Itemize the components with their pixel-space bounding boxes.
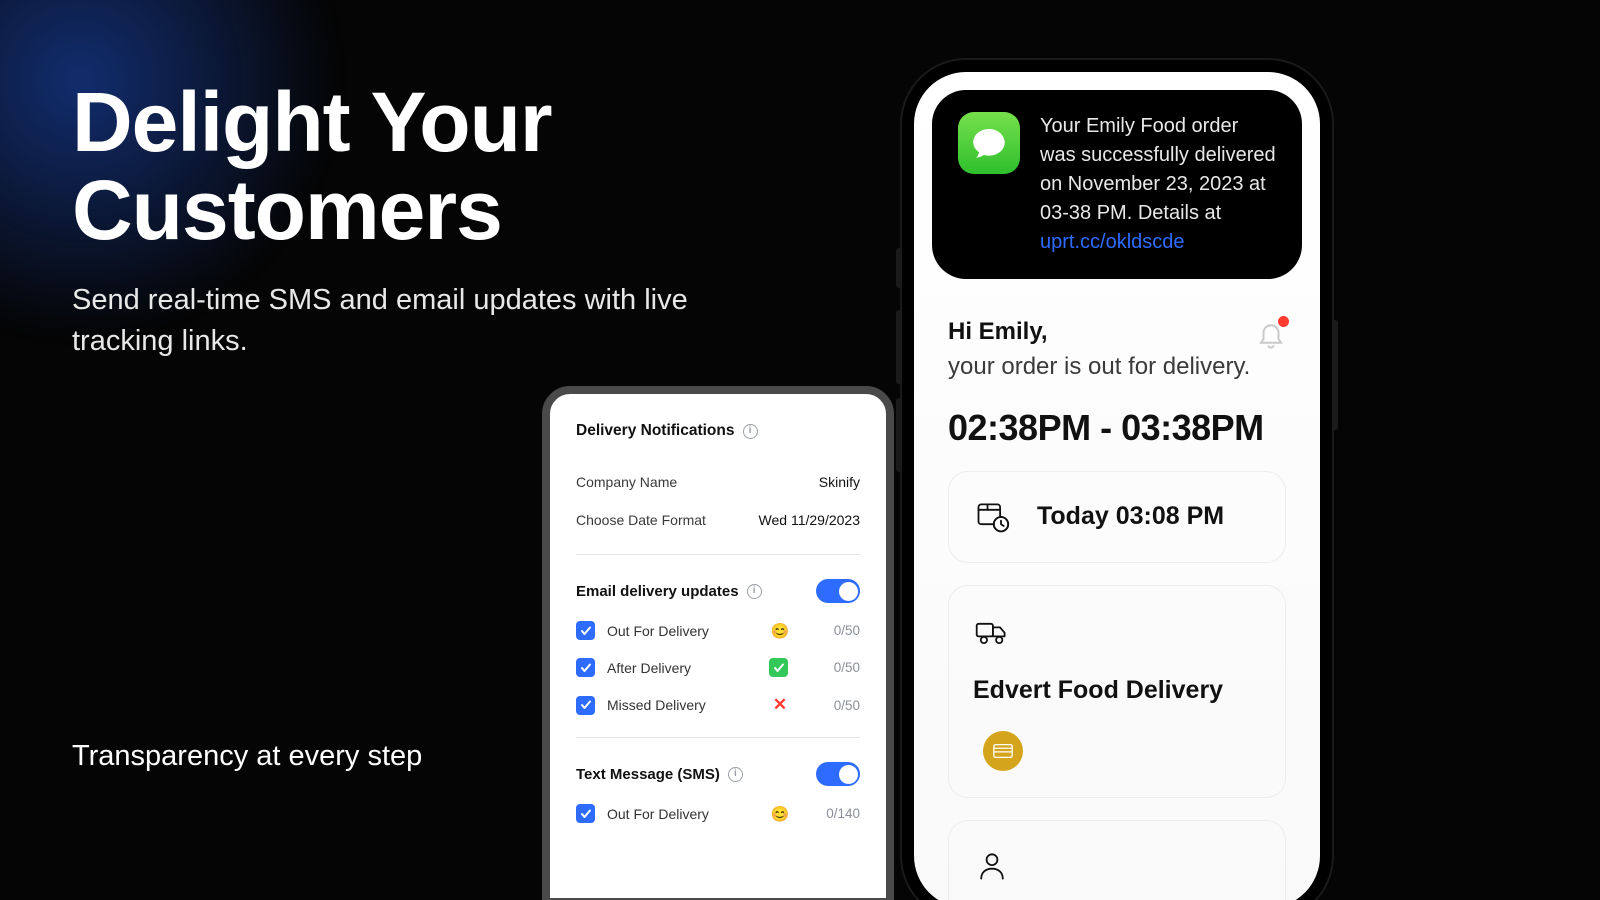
tracking-page: Hi Emily, your order is out for delivery… [914,279,1320,900]
greeting-subtext: your order is out for delivery. [948,353,1250,380]
person-icon [973,847,1011,885]
smile-icon: 😊 [769,805,791,823]
today-time-text: Today 03:08 PM [1037,502,1224,531]
greeting-name: Hi Emily, [948,318,1048,345]
email-opt-missed-delivery: Missed Delivery ✕ 0/50 [576,695,860,715]
greeting: Hi Emily, your order is out for delivery… [948,315,1250,385]
hero-copy: Delight Your Customers Send real-time SM… [72,78,712,362]
push-text: Your Emily Food order was successfully d… [1040,115,1276,224]
push-message-text: Your Emily Food order was successfully d… [1040,112,1276,257]
x-icon: ✕ [769,695,791,715]
check-badge-icon [769,658,788,677]
opt-label: After Delivery [607,660,757,676]
phone-power-button [1332,320,1338,430]
package-clock-icon [973,498,1011,536]
today-time-card[interactable]: Today 03:08 PM [948,471,1286,563]
date-format-row: Choose Date Format Wed 11/29/2023 [576,512,860,528]
push-notification[interactable]: Your Emily Food order was successfully d… [932,90,1302,279]
phone-device: Your Emily Food order was successfully d… [902,60,1332,900]
phone-mute-switch [896,248,902,288]
char-count: 0/50 [834,698,860,713]
settings-panel-title: Delivery Notifications [576,422,735,440]
company-name-value: Skinify [819,474,860,490]
tagline-text: Transparency at every step [72,740,422,773]
push-link[interactable]: uprt.cc/okldscde [1040,231,1185,253]
email-section-header: Email delivery updates i [576,579,860,603]
company-name-row: Company Name Skinify [576,474,860,490]
char-count: 0/50 [834,623,860,638]
char-count: 0/50 [834,660,860,675]
smile-icon: 😊 [769,622,791,640]
settings-panel-device: Delivery Notifications i Company Name Sk… [542,386,894,900]
settings-panel-title-row: Delivery Notifications i [576,422,860,440]
carrier-badge-icon [983,731,1023,771]
email-opt-out-for-delivery: Out For Delivery 😊 0/50 [576,621,860,640]
checkbox-missed-delivery[interactable] [576,696,595,715]
phone-volume-up [896,310,902,384]
sms-section-label: Text Message (SMS) [576,766,720,783]
sms-opt-out-for-delivery: Out For Delivery 😊 0/140 [576,804,860,823]
hero-title-line1: Delight Your [72,75,552,169]
checkbox-after-delivery[interactable] [576,658,595,677]
notification-dot-icon [1277,315,1290,328]
messages-app-icon [958,112,1020,174]
opt-label: Out For Delivery [607,806,757,822]
date-format-label: Choose Date Format [576,512,706,528]
char-count: 0/140 [826,806,860,821]
opt-label: Out For Delivery [607,623,757,639]
company-name-label: Company Name [576,474,677,490]
phone-screen: Your Emily Food order was successfully d… [914,72,1320,900]
info-icon[interactable]: i [747,584,762,599]
email-opt-after-delivery: After Delivery 0/50 [576,658,860,677]
carrier-name: Edvert Food Delivery [973,676,1223,705]
email-toggle[interactable] [816,579,860,603]
hero-subtitle: Send real-time SMS and email updates wit… [72,280,712,361]
recipient-card[interactable]: Emily J North Loop, Minneapolis, MN, USA [948,820,1286,900]
info-icon[interactable]: i [728,767,743,782]
hero-title: Delight Your Customers [72,78,712,254]
notifications-bell-button[interactable] [1256,319,1286,354]
checkbox-out-for-delivery[interactable] [576,621,595,640]
divider [576,554,860,555]
divider [576,737,860,738]
info-icon[interactable]: i [743,424,758,439]
hero-title-line2: Customers [72,163,502,257]
carrier-card[interactable]: Edvert Food Delivery [948,585,1286,798]
opt-label: Missed Delivery [607,697,757,713]
sms-section-header: Text Message (SMS) i [576,762,860,786]
email-section-label: Email delivery updates [576,583,739,600]
truck-icon [973,612,1011,650]
date-format-value: Wed 11/29/2023 [759,512,860,528]
eta-window: 02:38PM - 03:38PM [948,407,1286,449]
checkbox-sms-out-for-delivery[interactable] [576,804,595,823]
sms-toggle[interactable] [816,762,860,786]
phone-volume-down [896,398,902,472]
